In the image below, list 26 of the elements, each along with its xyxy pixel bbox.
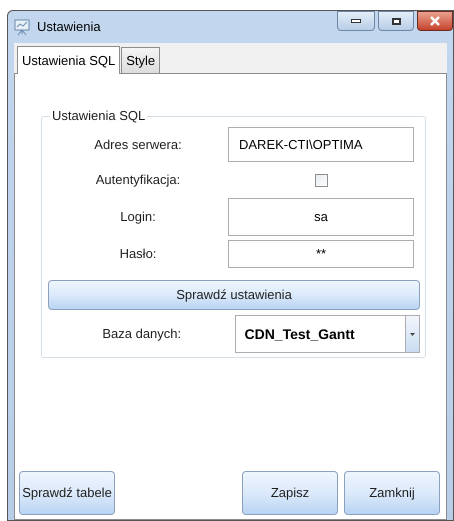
minimize-button[interactable]	[337, 11, 375, 31]
group-title: Ustawienia SQL	[50, 108, 148, 124]
field-label: Hasło:	[118, 245, 158, 264]
database-dropdown[interactable]: CDN_Test_Gantt	[235, 315, 420, 353]
maximize-icon	[392, 18, 400, 24]
database-label: Baza danych:	[101, 325, 182, 344]
tab[interactable]: Ustawienia SQL	[17, 46, 120, 74]
close-button[interactable]	[417, 11, 453, 31]
field-label: Autentyfikacja:	[94, 171, 182, 190]
field-label: Adres serwera:	[93, 136, 183, 154]
field-label: Login:	[119, 208, 157, 226]
dialog-button[interactable]: Sprawdź tabele	[19, 471, 115, 515]
text-field[interactable]: **	[228, 240, 414, 268]
text-field[interactable]: sa	[228, 198, 414, 236]
minimize-icon	[351, 19, 361, 23]
close-icon	[429, 16, 441, 26]
checkbox[interactable]	[314, 174, 328, 186]
check-settings-button[interactable]: Sprawdź ustawienia	[48, 280, 420, 310]
dropdown-arrow-icon	[410, 332, 415, 336]
window-title: Ustawienia	[37, 18, 101, 36]
dialog-button[interactable]: Zapisz	[242, 471, 338, 515]
dialog-button[interactable]: Zamknij	[344, 471, 440, 515]
maximize-button[interactable]	[378, 11, 414, 31]
tab[interactable]: Style	[121, 47, 160, 73]
text-field[interactable]: DAREK-CTI\OPTIMA	[228, 127, 414, 162]
presentation-board-icon	[13, 18, 31, 36]
